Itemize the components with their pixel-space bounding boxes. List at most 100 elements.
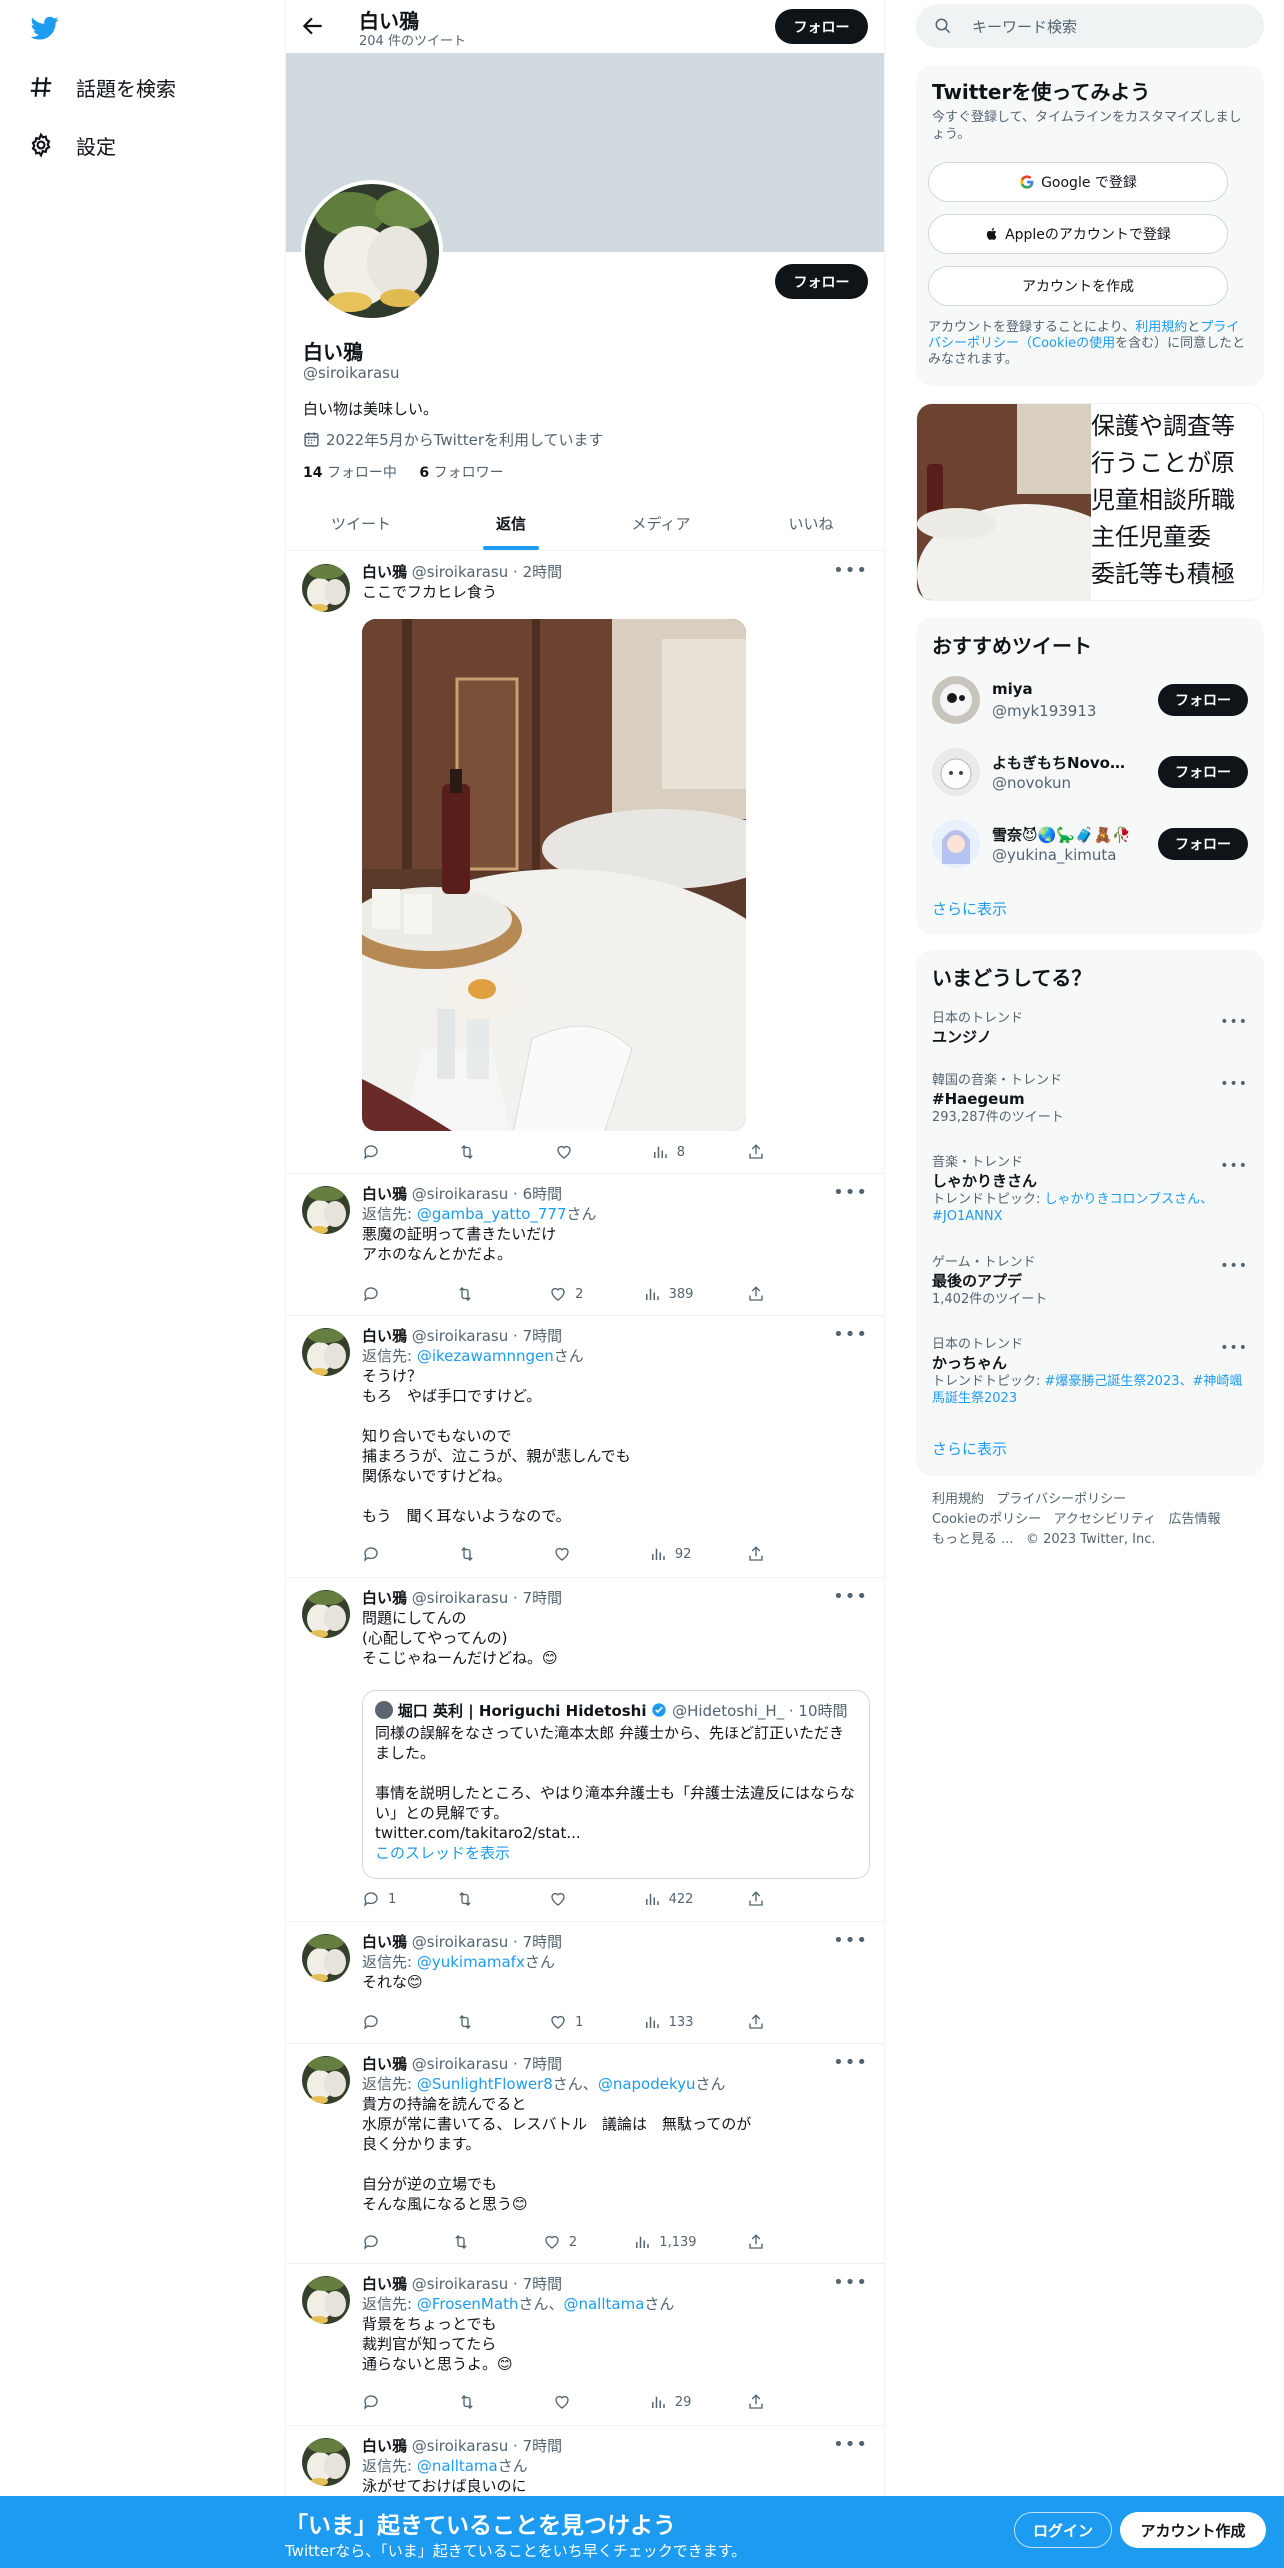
tab-likes[interactable]: いいね: [736, 498, 884, 550]
terms-link[interactable]: 利用規約: [1135, 320, 1187, 335]
tweet-handle[interactable]: @siroikarasu: [412, 1327, 508, 1345]
tweet[interactable]: ••• 白い鴉 @siroikarasu · 7時間 問題にしてんの (心配して…: [286, 1578, 884, 1922]
share-button[interactable]: [747, 2392, 787, 2412]
show-more-link[interactable]: さらに表示: [932, 898, 1007, 919]
tweet-author-name[interactable]: 白い鴉: [362, 2437, 407, 2455]
trend-item[interactable]: ゲーム・トレンド 最後のアプデ 1,402件のツイート •••: [932, 1254, 1248, 1308]
share-button[interactable]: [747, 1544, 787, 1564]
reply-button[interactable]: 1: [362, 1889, 402, 1909]
nav-item-explore[interactable]: 話題を検索: [28, 67, 176, 107]
trend-item[interactable]: 韓国の音楽・トレンド #Haegeum 293,287件のツイート •••: [932, 1072, 1248, 1126]
tweet[interactable]: ••• 白い鴉 @siroikarasu · 7時間 返信先: @yukimam…: [286, 1922, 884, 2044]
like-button[interactable]: 1: [549, 2012, 589, 2032]
views-button[interactable]: 133: [643, 2012, 693, 2032]
avatar[interactable]: [302, 1328, 350, 1376]
views-button[interactable]: 1,139: [633, 2232, 697, 2252]
create-account-button[interactable]: アカウントを作成: [928, 266, 1228, 306]
tweet-author-name[interactable]: 白い鴉: [362, 1589, 407, 1607]
follow-button[interactable]: フォロー: [1158, 828, 1248, 860]
follow-button[interactable]: フォロー: [775, 264, 868, 299]
more-options-icon[interactable]: •••: [1220, 1258, 1248, 1275]
tweet-time[interactable]: 7時間: [523, 1327, 563, 1345]
reply-to-link[interactable]: @ikezawamnngen: [417, 1347, 554, 1365]
like-button[interactable]: [553, 1544, 593, 1564]
tweet-time[interactable]: 7時間: [523, 1933, 563, 1951]
quoted-tweet[interactable]: 堀口 英利 | Horiguchi Hidetoshi @Hidetoshi_H…: [362, 1690, 870, 1879]
tweet-time[interactable]: 7時間: [523, 1589, 563, 1607]
reply-to-link[interactable]: @gamba_yatto_777: [417, 1205, 567, 1223]
trend-item[interactable]: 音楽・トレンド しゃかりきさん トレンドトピック: しゃかりきコロンブスさん、#…: [932, 1154, 1248, 1225]
avatar[interactable]: [302, 2056, 350, 2104]
more-options-icon[interactable]: •••: [1220, 1014, 1248, 1031]
tweet-author-name[interactable]: 白い鴉: [362, 1185, 407, 1203]
like-button[interactable]: [549, 1889, 589, 1909]
views-button[interactable]: 389: [643, 1284, 693, 1304]
footer-link-cookies[interactable]: Cookieのポリシー: [932, 1512, 1041, 1527]
recommended-user[interactable]: よもぎもちNovo🍡... @novokun フォロー: [932, 742, 1248, 802]
retweet-button[interactable]: [452, 2232, 492, 2252]
show-thread-link[interactable]: このスレッドを表示: [375, 1843, 857, 1863]
reply-to-link[interactable]: @nalltama: [417, 2457, 498, 2475]
tweet[interactable]: ••• 白い鴉 @siroikarasu · 6時間 返信先: @gamba_y…: [286, 1174, 884, 1316]
retweet-button[interactable]: [456, 1284, 496, 1304]
tweet-handle[interactable]: @siroikarasu: [412, 1589, 508, 1607]
tweet-handle[interactable]: @siroikarasu: [412, 1933, 508, 1951]
avatar[interactable]: [302, 2276, 350, 2324]
reply-button[interactable]: [362, 1142, 402, 1162]
reply-button[interactable]: [362, 2232, 402, 2252]
views-button[interactable]: 422: [643, 1889, 693, 1909]
tweet-media-image[interactable]: [362, 619, 746, 1131]
header-follow-button[interactable]: フォロー: [775, 9, 868, 44]
nav-item-settings[interactable]: 設定: [28, 125, 116, 165]
search-input[interactable]: キーワード検索: [972, 16, 1077, 37]
reply-button[interactable]: [362, 2392, 402, 2412]
more-options-icon[interactable]: •••: [1220, 1076, 1248, 1093]
tab-tweets[interactable]: ツイート: [286, 498, 436, 550]
tweet-handle[interactable]: @siroikarasu: [412, 563, 508, 581]
retweet-button[interactable]: [458, 1544, 498, 1564]
tweet-handle[interactable]: @siroikarasu: [412, 1185, 508, 1203]
retweet-button[interactable]: [458, 2392, 498, 2412]
tweet-handle[interactable]: @siroikarasu: [412, 2275, 508, 2293]
like-button[interactable]: [555, 1142, 595, 1162]
tweet[interactable]: ••• 白い鴉 @siroikarasu · 7時間 返信先: @Sunligh…: [286, 2044, 884, 2264]
tweet-author-name[interactable]: 白い鴉: [362, 2055, 407, 2073]
twitter-logo-icon[interactable]: [29, 14, 61, 42]
show-more-link[interactable]: さらに表示: [932, 1438, 1007, 1459]
reply-button[interactable]: [362, 1284, 402, 1304]
media-preview-card[interactable]: 保護や調査等 行うことが原 児童相談所職 主任児童委 委託等も積極: [916, 403, 1264, 601]
trend-item[interactable]: 日本のトレンド ユンジノ •••: [932, 1010, 1248, 1047]
follow-button[interactable]: フォロー: [1158, 756, 1248, 788]
tweet[interactable]: ••• 白い鴉 @siroikarasu · 7時間 返信先: @FrosenM…: [286, 2264, 884, 2426]
tweet-handle[interactable]: @siroikarasu: [412, 2437, 508, 2455]
more-options-icon[interactable]: •••: [1220, 1340, 1248, 1357]
share-button[interactable]: [747, 1889, 787, 1909]
views-button[interactable]: 92: [649, 1544, 691, 1564]
footer-link-privacy[interactable]: プライバシーポリシー: [996, 1492, 1126, 1507]
recommended-user[interactable]: miya @myk193913 フォロー: [932, 670, 1248, 730]
share-button[interactable]: [747, 1284, 787, 1304]
like-button[interactable]: 2: [549, 1284, 589, 1304]
tweet[interactable]: ••• 白い鴉 @siroikarasu · 2時間 ここでフカヒレ食う 8: [286, 552, 884, 1174]
reply-to-link-2[interactable]: @nalltama: [563, 2295, 644, 2313]
reply-to-link[interactable]: @yukimamafx: [417, 1953, 525, 1971]
tweet-author-name[interactable]: 白い鴉: [362, 1933, 407, 1951]
reply-button[interactable]: [362, 2012, 402, 2032]
tweet-author-name[interactable]: 白い鴉: [362, 2275, 407, 2293]
tweet-time[interactable]: 2時間: [523, 563, 563, 581]
views-button[interactable]: 29: [649, 2392, 691, 2412]
followers-link[interactable]: 6 フォロワー: [419, 465, 503, 481]
reply-to-link[interactable]: @SunlightFlower8: [417, 2075, 553, 2093]
reply-to-link-2[interactable]: @napodekyu: [598, 2075, 696, 2093]
trend-item[interactable]: 日本のトレンド かっちゃん トレンドトピック: #爆豪勝己誕生祭2023、#神崎…: [932, 1336, 1248, 1407]
avatar[interactable]: [302, 1186, 350, 1234]
signup-button[interactable]: アカウント作成: [1120, 2512, 1266, 2548]
login-button[interactable]: ログイン: [1014, 2512, 1112, 2548]
tweet-author-name[interactable]: 白い鴉: [362, 563, 407, 581]
tweet-handle[interactable]: @siroikarasu: [412, 2055, 508, 2073]
share-button[interactable]: [747, 2232, 787, 2252]
recommended-user[interactable]: 雪奈😈🌏🦕🧳🧸🥀 @yukina_kimuta フォロー: [932, 814, 1248, 874]
reply-to-link[interactable]: @FrosenMath: [417, 2295, 519, 2313]
retweet-button[interactable]: [456, 2012, 496, 2032]
reply-button[interactable]: [362, 1544, 402, 1564]
